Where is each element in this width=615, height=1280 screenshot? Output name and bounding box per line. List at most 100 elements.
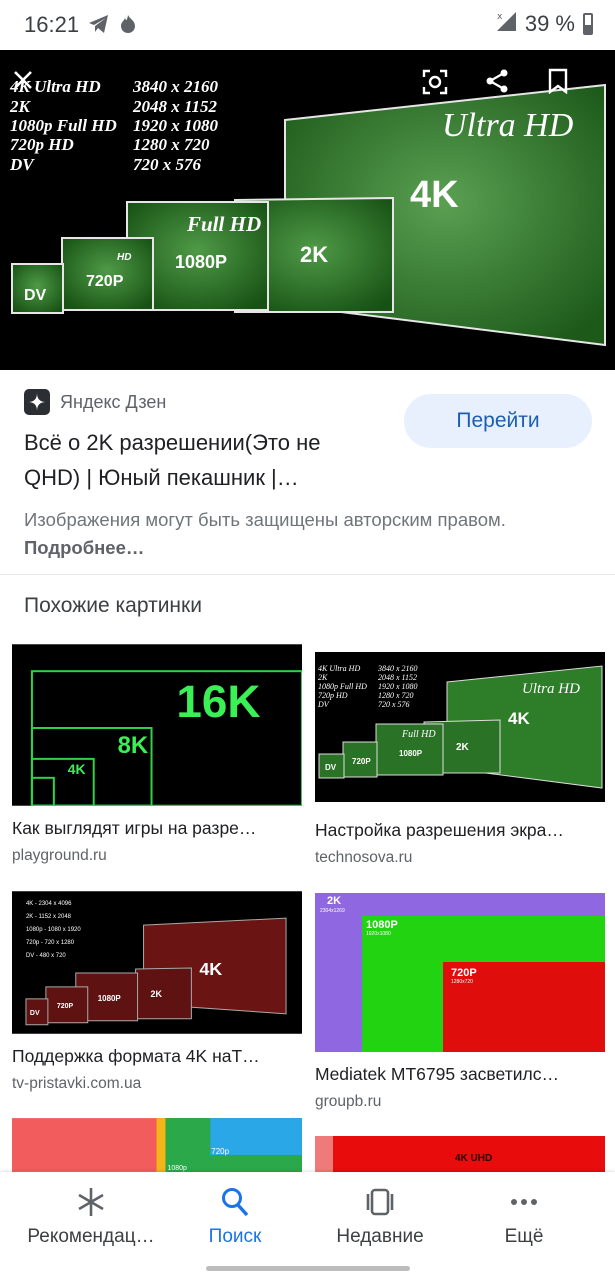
svg-text:x: x [497,12,503,22]
similar-card-1[interactable]: 16K 8K 4K Как выглядят игры на разре… pl… [12,644,302,865]
asterisk-icon [78,1188,104,1216]
svg-text:1080p - 1080 x 1920: 1080p - 1080 x 1920 [26,927,81,933]
source-row[interactable]: Яндекс Дзен [24,389,166,415]
similar-thumb-3: 4K - 2304 x 4096 2K - 1152 x 2048 1080p … [12,891,302,1034]
similar-thumb-2: 4K Ultra HD 3840 x 2160 2K 2048 x 1152 108… [315,652,605,802]
hero-res-size-2: 1920 x 1080 [133,116,219,135]
result-title-line-2: QHD) | Юный пекашник |… [24,465,299,490]
hero-res-size-1: 2048 x 1152 [132,97,218,116]
svg-text:720p - 720 x 1280: 720p - 720 x 1280 [26,940,75,946]
svg-text:4K: 4K [199,959,222,979]
hero-dv-label: DV [24,287,47,304]
lens-icon [422,69,448,95]
svg-text:720 x 576: 720 x 576 [378,700,410,709]
nav-label: Недавние [336,1226,424,1247]
svg-text:2048 x 1152: 2048 x 1152 [378,673,417,682]
similar-card-source: tv-pristavki.com.ua [12,1075,142,1092]
hero-res-name-4: DV [9,155,35,174]
thumb1-8k-label: 8K [118,732,149,759]
svg-text:1080p: 1080p [167,1165,187,1172]
svg-text:2K: 2K [318,673,328,682]
similar-card-3[interactable]: 4K - 2304 x 4096 2K - 1152 x 2048 1080p … [12,891,302,1093]
svg-text:2K - 1152 x 2048: 2K - 1152 x 2048 [26,914,72,920]
svg-text:720p: 720p [211,1147,229,1156]
similar-card-source: technosova.ru [315,849,413,866]
similar-heading: Похожие картинки [24,594,202,617]
similar-card-6[interactable]: 4K UHD [315,1136,605,1172]
share-icon [486,69,508,93]
svg-text:DV - 480 x 720: DV - 480 x 720 [26,953,66,959]
svg-text:4K: 4K [508,709,530,728]
zen-logo-icon [24,389,50,415]
search-icon [222,1188,249,1217]
hero-4k-label: 4K [410,174,459,216]
thumb1-16k-label: 16K [176,676,260,727]
lens-button[interactable] [421,68,467,114]
hero-2k-label: 2K [300,242,328,267]
hero-1080-label: 1080P [175,252,227,272]
svg-text:3840 x 2160: 3840 x 2160 [377,664,418,673]
similar-card-title: Поддержка формата 4K наТ… [12,1046,260,1066]
bottom-nav: Рекомендац… Поиск Недавние Ещё [0,1172,615,1280]
thumb4-720p-label: 720P [451,967,477,979]
hero-image[interactable]: 4K Ultra HD 2K 1080p Full HD 720p HD DV … [0,50,615,370]
svg-text:4K Ultra HD: 4K Ultra HD [318,664,360,673]
result-title-line-1: Всё о 2K разрешении(Это не [24,430,321,455]
similar-card-4[interactable]: 2K 2304x1269 1080P 1920x1080 720P 1280x7… [315,893,605,1111]
more-link[interactable]: Подробнее… [24,537,144,558]
hero-hd-title: HD [117,252,131,263]
similar-thumb-6: 4K UHD [315,1136,605,1172]
similar-thumb-1: 16K 8K 4K [12,644,302,806]
svg-text:1280x720: 1280x720 [451,979,473,985]
goto-button[interactable]: Перейти [404,394,592,448]
svg-text:720p HD: 720p HD [318,691,348,700]
hero-fhd-title: Full HD [186,212,261,236]
svg-text:DV: DV [30,1010,40,1017]
svg-text:2K: 2K [151,989,163,999]
svg-text:Ultra HD: Ultra HD [522,681,580,697]
signal-icon: x [495,10,517,38]
more-dots-icon [511,1199,537,1205]
close-button[interactable] [11,68,57,114]
home-indicator[interactable] [206,1266,410,1271]
similar-thumb-4: 2K 2304x1269 1080P 1920x1080 720P 1280x7… [315,893,605,1052]
similar-card-title: Mediatek MT6795 засветилс… [315,1064,559,1084]
share-button[interactable] [484,68,530,114]
svg-text:1920 x 1080: 1920 x 1080 [378,682,418,691]
battery-icon [583,13,593,35]
svg-text:4K - 2304 x 4096: 4K - 2304 x 4096 [26,901,72,907]
thumb4-1080p-label: 1080P [366,919,398,931]
battery-percent: 39 % [524,11,575,36]
similar-thumb-5: 720p 1080p [12,1118,302,1172]
similar-card-title: Настройка разрешения экра… [315,820,564,840]
status-time: 16:21 [24,12,80,37]
nav-search[interactable]: Поиск [160,1186,310,1248]
nav-more[interactable]: Ещё [449,1186,599,1248]
similar-card-5[interactable]: 720p 1080p [12,1118,302,1172]
hero-res-size-0: 3840 x 2160 [132,77,219,96]
svg-text:1920x1080: 1920x1080 [366,931,391,937]
close-icon [14,71,32,89]
nav-label: Поиск [208,1226,262,1247]
bookmark-icon [548,68,568,94]
bookmark-button[interactable] [547,68,593,114]
similar-card-title: Как выглядят игры на разре… [12,818,257,838]
divider [0,574,615,575]
hero-res-size-4: 720 x 576 [133,155,202,174]
nav-recommendations[interactable]: Рекомендац… [16,1186,166,1248]
nav-recent[interactable]: Недавние [305,1186,455,1248]
telegram-icon [88,14,110,39]
hero-720-label: 720P [86,273,124,290]
copyright-notice: Изображения могут быть защищены авторски… [24,506,584,562]
recent-tabs-icon [366,1188,394,1216]
hero-res-name-2: 1080p Full HD [10,116,117,135]
similar-card-source: groupb.ru [315,1093,382,1110]
svg-text:1080P: 1080P [399,749,423,758]
svg-text:1280 x 720: 1280 x 720 [378,691,414,700]
svg-text:DV: DV [317,700,330,709]
svg-text:Full HD: Full HD [401,729,436,740]
result-title[interactable]: Всё о 2K разрешении(Это не QHD) | Юный п… [24,425,384,495]
similar-card-2[interactable]: 4K Ultra HD 3840 x 2160 2K 2048 x 1152 108… [315,652,605,867]
svg-text:4K UHD: 4K UHD [455,1153,492,1164]
similar-card-source: playground.ru [12,847,107,864]
